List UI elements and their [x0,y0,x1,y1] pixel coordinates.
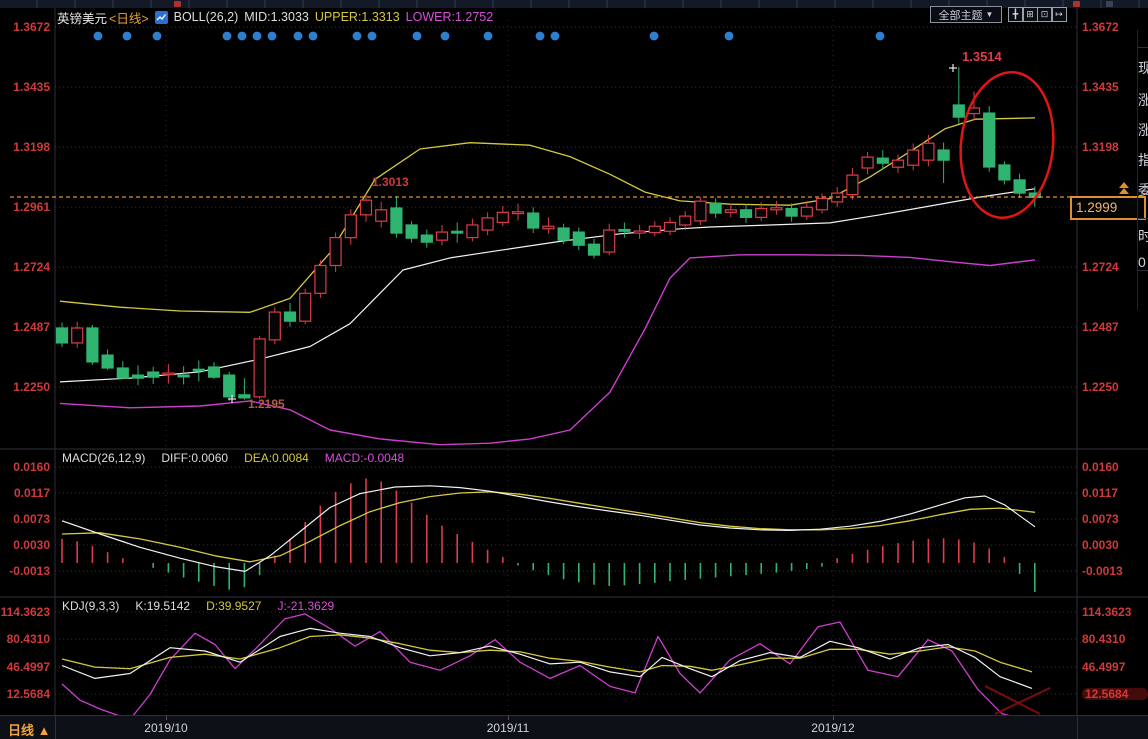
chevron-down-icon: ▼ [986,10,994,19]
axis-tick [833,716,834,720]
boll-mid-value: MID:1.3033 [244,10,309,24]
month-label: 2019/10 [136,721,196,735]
clipped-quote-panel: 现涨涨指委时0 [1137,30,1148,310]
macd-value: MACD:-0.0048 [325,451,404,465]
axis-tick [508,716,509,720]
divider [55,716,56,739]
month-label: 2019/12 [803,721,863,735]
axis-label: 12.5684 [1082,688,1148,700]
axis-label: 0.0073 [0,513,50,525]
axis-label: 1.3435 [1082,81,1142,93]
macd-indicator-label[interactable]: MACD(26,12,9) [62,451,145,465]
kdj-k-value: K:19.5142 [135,599,190,613]
axis-label: 1.2250 [0,381,50,393]
period-selector-button[interactable]: 日线 ▲ [8,720,51,739]
axis-label: 114.3623 [0,606,50,618]
axis-label: 1.2250 [1082,381,1142,393]
axis-label: 0.0117 [1082,487,1142,499]
axis-label: 12.5684 [0,688,50,700]
axis-label: 0.0073 [1082,513,1142,525]
collapse-panel-icon[interactable]: ↦ [1052,7,1067,22]
divider [1138,47,1148,48]
caret-up-icon: ▲ [38,723,51,738]
axis-label: 1.3672 [1082,21,1142,33]
right-panel-clipped-char: 委 [1138,180,1148,200]
axis-tick [166,716,167,720]
time-axis-bar: 日线 ▲ 2019/10 2019/11 2019/12 [0,715,1148,739]
current-price-badge: 1.2999 [1070,196,1146,220]
theme-selector-button[interactable]: 全部主题▼ [930,6,1002,23]
svg-text:1.3514: 1.3514 [962,49,1003,64]
price-up-arrow-icon [1119,188,1129,194]
chart-header: 英镑美元<日线> BOLL(26,2) MID:1.3033 UPPER:1.3… [57,9,493,25]
chart-app-window: 1.3514 1.3013 1.2195 英镑美元<日线> BOLL(26,2) M… [0,0,1148,739]
axis-label: 1.3435 [0,81,50,93]
axis-label: -0.0013 [1082,565,1142,577]
axis-label: 0.0117 [0,487,50,499]
right-panel-clipped-char: 涨 [1138,90,1148,110]
svg-text:1.2195: 1.2195 [248,397,285,411]
axis-label: 46.4997 [0,661,50,673]
axis-label: 80.4310 [1082,633,1142,645]
axis-label: 114.3623 [1082,606,1142,618]
kdj-indicator-label[interactable]: KDJ(9,3,3) [62,599,119,613]
axis-label: 1.2487 [0,321,50,333]
axis-label: 0.0030 [1082,539,1142,551]
axis-label: -0.0013 [0,565,50,577]
axis-label: 0.0160 [1082,461,1142,473]
macd-dea-value: DEA:0.0084 [244,451,309,465]
right-panel-clipped-char: 时 [1138,226,1148,246]
boll-upper-value: UPPER:1.3313 [315,10,400,24]
month-label: 2019/11 [478,721,538,735]
axis-label: 1.3198 [0,141,50,153]
right-panel-clipped-char: 涨 [1138,120,1148,140]
axis-label: 1.3198 [1082,141,1142,153]
axis-label: 80.4310 [0,633,50,645]
theme-selector-label: 全部主题 [939,7,983,23]
period-tag[interactable]: <日线> [109,8,149,27]
crosshair-move-icon[interactable]: ╋ [1008,7,1023,22]
x-axis-scale-icon[interactable]: ⊞ [1023,7,1038,22]
main-chart-canvas[interactable]: 1.3514 1.3013 1.2195 [0,0,1148,739]
axis-label: 1.2487 [1082,321,1142,333]
y-axis-scale-icon[interactable]: ⊡ [1037,7,1052,22]
macd-diff-value: DIFF:0.0060 [161,451,228,465]
boll-indicator-label[interactable]: BOLL(26,2) [174,10,239,24]
axis-label: 1.3672 [0,21,50,33]
chart-type-icon[interactable] [155,11,168,24]
axis-label: 1.2961 [0,201,50,213]
kdj-d-value: D:39.9527 [206,599,261,613]
symbol-name[interactable]: 英镑美元 [57,8,107,27]
right-panel-clipped-char: 0 [1138,254,1148,270]
divider [1077,716,1078,739]
axis-label: 1.2724 [0,261,50,273]
divider [1138,218,1148,219]
boll-lower-value: LOWER:1.2752 [406,10,494,24]
axis-label: 46.4997 [1082,661,1142,673]
kdj-header: KDJ(9,3,3) K:19.5142 D:39.9527 J:-21.362… [62,599,334,613]
axis-label: 1.2724 [1082,261,1142,273]
svg-text:1.3013: 1.3013 [372,175,409,189]
axis-label: 0.0160 [0,461,50,473]
kdj-j-value: J:-21.3629 [277,599,334,613]
divider [1138,270,1148,271]
right-panel-clipped-char: 指 [1138,150,1148,170]
right-panel-clipped-char: 现 [1138,58,1148,78]
macd-header: MACD(26,12,9) DIFF:0.0060 DEA:0.0084 MAC… [62,451,404,465]
axis-label: 0.0030 [0,539,50,551]
